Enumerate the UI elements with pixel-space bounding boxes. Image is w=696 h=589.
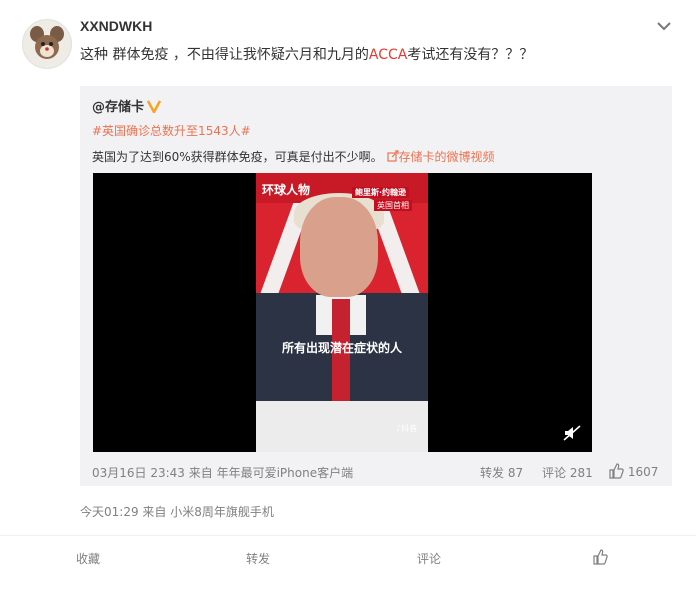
video-player[interactable]: 环球人物 鲍里斯·约翰逊 英国首相 所有出现潜在症状的人 ♪抖音 [93,173,592,452]
mute-icon[interactable] [563,425,581,441]
speaker-face [300,197,378,297]
video-caption: 所有出现潜在症状的人 [281,341,402,355]
post-text: 这种 群体免疫 ，不由得让我怀疑六月和九月的ACCA考试还有没有？？？ [80,44,533,64]
chevron-down-icon[interactable] [653,18,675,34]
verified-badge-icon [147,100,162,113]
cartoon-mouse-avatar-icon [23,20,71,68]
like-count: 1607 [627,465,659,479]
repost-text: 英国为了达到60%获得群体免疫，可真是付出不少啊。 存储卡的微博视频 [92,148,495,165]
repost-username-label: @存储卡 [92,100,145,115]
repost-meta: 03月16日 23:43 来自 年年最可爱iPhone客户端 [92,466,354,480]
like-count-button[interactable]: 1607 [608,463,658,479]
repost-username[interactable]: @存储卡 [92,96,162,115]
link-icon [386,150,399,162]
hashtag-link[interactable]: #英国确诊总数升至1543人# [92,122,251,139]
video-brand-subtitle: 英国首相 [374,200,412,211]
post-text-part: 考试还有没有？？？ [407,47,534,63]
video-link-label: 存储卡的微博视频 [398,150,495,164]
favorite-button[interactable]: 收藏 [76,550,100,567]
video-frame: 环球人物 鲍里斯·约翰逊 英国首相 所有出现潜在症状的人 ♪抖音 [256,173,428,452]
repost-count-link[interactable]: 转发 87 [480,464,523,481]
post-time-source: 今天01:29 来自 小米8周年旗舰手机 [80,505,274,519]
post-text-highlight: ACCA [368,47,408,63]
comment-button[interactable]: 评论 [417,550,441,567]
video-brand-left: 环球人物 [262,183,311,197]
video-watermark-label: 抖音 [401,424,418,433]
user-avatar[interactable] [22,19,72,69]
like-button-icon[interactable] [592,549,608,565]
thumbs-up-icon [609,463,624,479]
repost-text-body: 英国为了达到60%获得群体免疫，可真是付出不少啊。 [92,150,383,164]
post-username[interactable]: XXNDWKH [80,18,152,34]
post-text-part: 这种 群体免疫 ，不由得让我怀疑六月和九月的 [80,47,369,63]
video-link[interactable]: 存储卡的微博视频 [386,150,495,164]
repost-button[interactable]: 转发 [246,550,270,567]
video-watermark: ♪抖音 [396,423,417,434]
video-brand-right: 鲍里斯·约翰逊 [352,187,410,198]
comment-count-link[interactable]: 评论 281 [542,464,593,481]
